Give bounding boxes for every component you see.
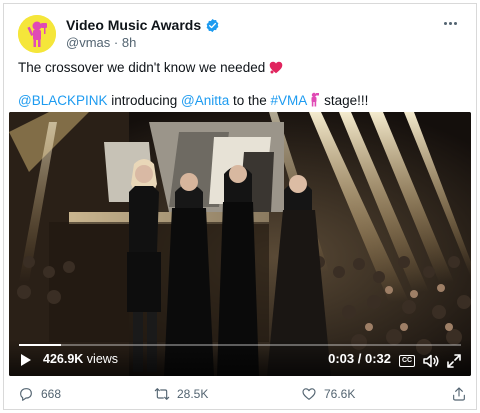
retweet-count: 28.5K: [177, 387, 209, 401]
meta-separator: ·: [113, 35, 119, 50]
avatar[interactable]: [18, 15, 56, 53]
heart-emoji-icon: [269, 61, 283, 74]
like-button[interactable]: 76.6K: [301, 386, 355, 402]
video-time: 0:03 / 0:32: [328, 351, 391, 366]
retweet-icon: [154, 388, 170, 400]
tweet-word-to-the: to the: [229, 93, 271, 108]
retweet-button[interactable]: 28.5K: [154, 386, 208, 402]
tweet-text-line2: @BLACKPINK introducing @Anitta to the #V…: [18, 92, 368, 108]
play-icon[interactable]: [20, 353, 32, 367]
video-player[interactable]: 426.9K views 0:03 / 0:32 CC: [9, 112, 471, 376]
video-frame-image: [9, 112, 471, 376]
tweet-line1-text: The crossover we didn't know we needed: [18, 60, 266, 75]
vma-moonman-logo: [18, 15, 56, 53]
view-count: 426.9K views: [43, 352, 118, 366]
vma-hashtag-emoji-icon: [311, 92, 320, 107]
verified-badge-icon: [206, 18, 219, 32]
tweet-word-introducing: introducing: [107, 93, 182, 108]
more-options-icon[interactable]: [444, 18, 462, 28]
tweet-meta: @vmas · 8h: [66, 35, 136, 50]
fullscreen-icon[interactable]: [447, 354, 461, 368]
hashtag-vma[interactable]: #VMA: [271, 93, 308, 108]
view-count-number: 426.9K: [43, 352, 84, 366]
tweet-card[interactable]: Video Music Awards @vmas · 8h The crosso…: [3, 3, 477, 410]
mention-anitta[interactable]: @Anitta: [181, 93, 229, 108]
volume-icon[interactable]: [423, 354, 439, 368]
like-count: 76.6K: [324, 387, 356, 401]
captions-button[interactable]: CC: [399, 355, 415, 367]
video-controls: 426.9K views 0:03 / 0:32 CC: [9, 340, 471, 376]
timestamp[interactable]: 8h: [122, 35, 136, 50]
reply-button[interactable]: 668: [18, 386, 61, 402]
tweet-text-line1: The crossover we didn't know we needed: [18, 60, 283, 75]
share-icon[interactable]: [451, 386, 467, 402]
tweet-word-stage: stage!!!: [320, 93, 369, 108]
reply-icon: [20, 388, 32, 401]
view-count-unit: views: [83, 352, 119, 366]
mention-blackpink[interactable]: @BLACKPINK: [18, 93, 107, 108]
display-name[interactable]: Video Music Awards: [66, 17, 201, 33]
handle[interactable]: @vmas: [66, 35, 110, 50]
like-heart-icon: [302, 388, 316, 400]
video-progress-fill: [19, 344, 61, 346]
reply-count: 668: [41, 387, 62, 401]
tweet-actions: 668 28.5K 76.6K: [4, 384, 476, 404]
video-progress-track[interactable]: [19, 344, 461, 346]
